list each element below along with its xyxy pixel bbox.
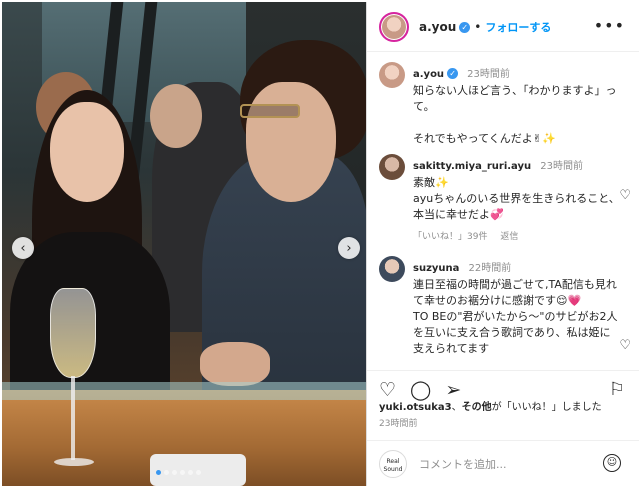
carousel-dot[interactable] [188, 470, 193, 475]
add-comment-bar: Real Sound コメントを追加... ☺ [367, 440, 639, 486]
comment-reply-button[interactable]: 返信 [500, 232, 518, 242]
carousel-dot[interactable] [180, 470, 185, 475]
likes-summary[interactable]: yuki.otsuka3、その他が「いいね！」しました [379, 398, 602, 413]
comment-input[interactable]: コメントを追加... [419, 456, 507, 472]
verified-badge-icon: ✓ [459, 21, 471, 33]
comment-text: 素敵✨ ayuちゃんのいる世界を生きられること、本当に幸せだよ💞 [413, 176, 620, 221]
realsound-logo: Real Sound [379, 449, 407, 478]
comment-time: 23時間前 [540, 161, 583, 172]
caption-text: 知らない人ほど言う、「わかりますよ」って。 それでもやってくんだよ✌✨ [413, 84, 617, 145]
avatar[interactable] [379, 256, 405, 282]
post-sidebar: a.you ✓ • フォローする ••• a.you ✓ 23時間前 知らない人ほど… [366, 2, 639, 486]
champagne-glass-stem [71, 376, 75, 460]
caption-username[interactable]: a.you [413, 69, 444, 80]
champagne-glass [50, 288, 96, 378]
comment-time: 22時間前 [468, 263, 512, 274]
post-header: a.you ✓ • フォローする ••• [367, 2, 639, 52]
bar-glass-edge [2, 382, 366, 400]
liker-username[interactable]: yuki.otsuka3 [379, 402, 452, 413]
chevron-left-icon: ‹ [20, 240, 26, 256]
man-hand [200, 342, 270, 386]
avatar[interactable] [379, 11, 409, 42]
caption-time: 23時間前 [467, 69, 510, 80]
chevron-right-icon: › [346, 240, 352, 256]
comment-username[interactable]: suzyuna [413, 263, 459, 274]
comment-text: 連日至福の時間が過ごせて,TA配信も見れて幸せのお裾分けに感謝です😌💗 TO B… [413, 278, 618, 355]
heart-icon[interactable]: ♡ [619, 188, 631, 203]
post-username[interactable]: a.you ✓ [419, 20, 471, 34]
carousel-dot[interactable] [172, 470, 177, 475]
man-face [246, 82, 336, 202]
likes-others[interactable]: その他 [462, 402, 492, 413]
instagram-post-window: ‹ › a.you ✓ • フォローする ••• a.you ✓ 23時間前 知らな… [0, 0, 640, 488]
waiter-head [150, 84, 202, 148]
post-photo[interactable]: ‹ › [2, 2, 366, 486]
carousel-dots[interactable] [156, 470, 201, 475]
man-glasses [240, 104, 300, 118]
comment-like-count[interactable]: 「いいね！」39件 [413, 232, 487, 242]
emoji-icon[interactable]: ☺ [603, 454, 621, 472]
verified-badge-icon: ✓ [447, 68, 459, 79]
bookmark-icon[interactable]: ⚐ [609, 381, 625, 399]
follow-button[interactable]: フォローする [485, 19, 551, 35]
carousel-dot[interactable] [196, 470, 201, 475]
separator: • [474, 19, 482, 34]
avatar[interactable] [379, 62, 405, 88]
heart-icon[interactable]: ♡ [619, 338, 631, 353]
comment-username[interactable]: sakitty.miya_ruri.ayu [413, 161, 531, 172]
carousel-dot[interactable] [156, 470, 161, 475]
avatar[interactable] [379, 154, 405, 180]
woman-face [50, 102, 124, 202]
comments-list[interactable]: a.you ✓ 23時間前 知らない人ほど言う、「わかりますよ」って。 それでもや… [367, 52, 639, 370]
more-horizontal-icon[interactable]: ••• [594, 16, 625, 35]
carousel-prev-button[interactable]: ‹ [12, 237, 34, 259]
post-timestamp: 23時間前 [379, 419, 418, 429]
champagne-glass-base [54, 458, 94, 466]
likes-suffix: が「いいね！」しました [491, 402, 602, 413]
carousel-next-button[interactable]: › [338, 237, 360, 259]
carousel-dot[interactable] [164, 470, 169, 475]
